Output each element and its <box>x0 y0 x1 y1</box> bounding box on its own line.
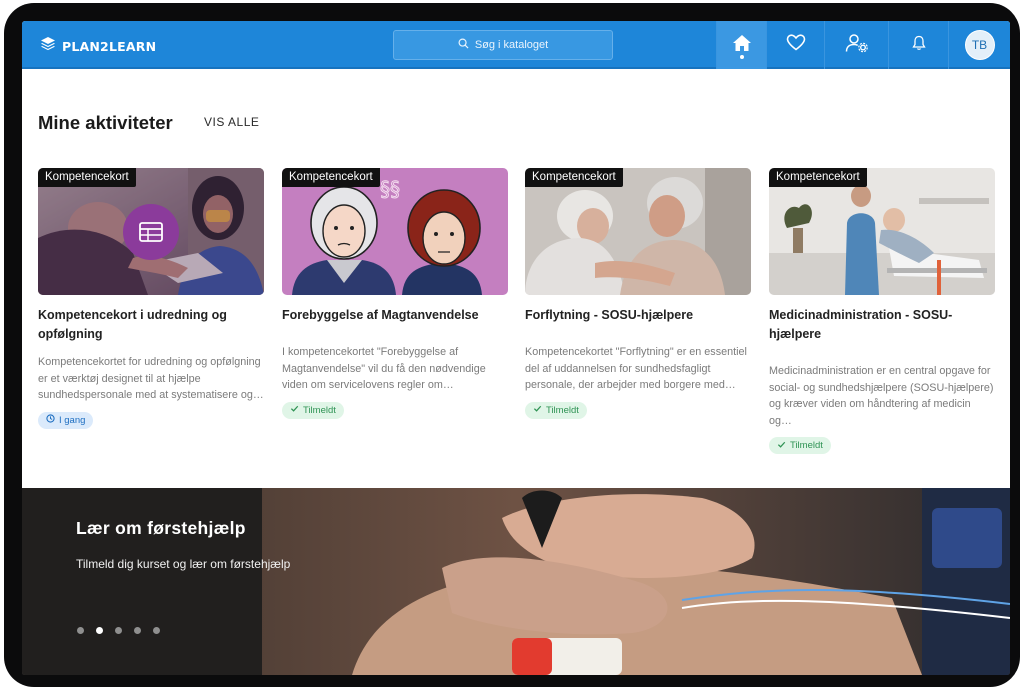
carousel-dot-active[interactable] <box>96 627 103 634</box>
carousel-dot[interactable] <box>77 627 84 634</box>
notifications-nav-button[interactable] <box>888 21 948 69</box>
top-navigation-bar: PLAN2LEARN Søg i kataloget TB <box>22 21 1010 69</box>
profile-settings-nav-button[interactable] <box>824 21 888 69</box>
check-icon <box>290 404 299 416</box>
activity-card[interactable]: Kompetencekort Medicinadministration - S… <box>769 168 995 455</box>
card-thumbnail: Kompetencekort <box>38 168 264 295</box>
card-title: Medicinadministration - SOSU-hjælpere <box>769 308 953 341</box>
hero-banner[interactable]: Lær om førstehjælp Tilmeld dig kurset og… <box>22 488 1010 675</box>
card-thumbnail: §§ Kompetencekort <box>282 168 508 295</box>
carousel-dot[interactable] <box>134 627 141 634</box>
status-badge: I gang <box>38 411 94 429</box>
hero-subtitle: Tilmeld dig kurset og lær om førstehjælp <box>76 557 291 571</box>
clock-icon <box>46 414 55 426</box>
avatar: TB <box>964 30 995 60</box>
device-frame: PLAN2LEARN Søg i kataloget TB Mine aktiv… <box>4 3 1020 687</box>
home-nav-button[interactable] <box>716 21 766 69</box>
catalog-search-input[interactable]: Søg i kataloget <box>393 30 613 60</box>
carousel-dot[interactable] <box>153 627 160 634</box>
logo[interactable]: PLAN2LEARN <box>40 36 156 57</box>
activity-card[interactable]: Kompetencekort Forflytning - SOSU-hjælpe… <box>525 168 751 419</box>
status-label: Tilmeldt <box>303 404 336 416</box>
card-title: Forebyggelse af Magtanvendelse <box>282 308 479 322</box>
status-label: Tilmeldt <box>546 404 579 416</box>
carousel-dot[interactable] <box>115 627 122 634</box>
check-icon <box>777 440 786 452</box>
section-title: Mine aktiviteter <box>38 112 173 133</box>
card-description: I kompetencekortet "Forebyggelse af Magt… <box>282 346 486 392</box>
stack-logo-icon <box>40 36 56 57</box>
category-badge: Kompetencekort <box>769 168 867 187</box>
active-indicator <box>740 55 744 59</box>
user-menu-button[interactable]: TB <box>948 21 1010 69</box>
card-title: Forflytning - SOSU-hjælpere <box>525 308 694 322</box>
favorites-nav-button[interactable] <box>766 21 824 69</box>
card-description: Kompetencekortet for udredning og opfølg… <box>38 356 264 402</box>
category-badge: Kompetencekort <box>282 168 380 187</box>
bell-icon <box>911 35 926 56</box>
status-label: Tilmeldt <box>790 440 823 452</box>
status-label: I gang <box>59 414 86 426</box>
app-screen: PLAN2LEARN Søg i kataloget TB Mine aktiv… <box>22 21 1010 675</box>
status-badge: Tilmeldt <box>525 401 587 419</box>
hero-text-panel <box>22 488 262 675</box>
brand-name: PLAN2LEARN <box>62 39 157 54</box>
home-icon <box>732 34 752 57</box>
status-badge: Tilmeldt <box>282 401 344 419</box>
activity-card[interactable]: Kompetencekort Kompetencekort i udrednin… <box>38 168 264 429</box>
status-badge: Tilmeldt <box>769 437 831 455</box>
svg-text:§§: §§ <box>380 177 400 201</box>
carousel-dots <box>77 627 160 634</box>
category-badge: Kompetencekort <box>38 168 136 187</box>
card-thumbnail: Kompetencekort <box>769 168 995 295</box>
search-icon <box>458 38 469 52</box>
search-placeholder: Søg i kataloget <box>474 39 549 51</box>
user-settings-icon <box>845 33 869 58</box>
card-thumbnail: Kompetencekort <box>525 168 751 295</box>
check-icon <box>533 404 542 416</box>
view-all-link[interactable]: VIS ALLE <box>204 115 259 129</box>
card-description: Kompetencekortet "Forflytning" er en ess… <box>525 346 747 392</box>
category-badge: Kompetencekort <box>525 168 623 187</box>
hero-title: Lær om førstehjælp <box>76 518 246 538</box>
card-title: Kompetencekort i udredning og opfølgning <box>38 308 227 341</box>
activity-card[interactable]: §§ Kompetencekort Forebyggelse af Magtan… <box>282 168 508 419</box>
table-icon <box>123 204 179 260</box>
card-description: Medicinadministration er en central opga… <box>769 365 994 427</box>
heart-icon <box>786 34 806 56</box>
